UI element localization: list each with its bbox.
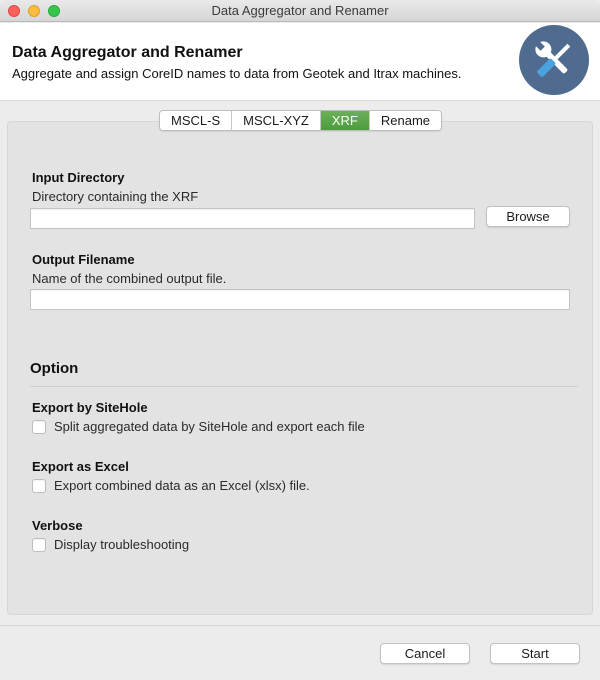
options-section-title: Option [30,360,79,377]
output-filename-description: Name of the combined output file. [32,271,227,286]
header-title: Data Aggregator and Renamer [12,44,243,61]
tab-mscl-s[interactable]: MSCL-S [160,111,233,130]
export-excel-title: Export as Excel [32,459,129,474]
tab-mscl-xyz[interactable]: MSCL-XYZ [232,111,321,130]
export-sitehole-title: Export by SiteHole [32,400,148,415]
input-directory-title: Input Directory [32,170,125,185]
maximize-window-button[interactable] [48,5,60,17]
tools-icon [534,40,571,77]
verbose-checkbox[interactable] [32,538,46,552]
window-title: Data Aggregator and Renamer [211,3,389,18]
minimize-window-button[interactable] [28,5,40,17]
start-button[interactable]: Start [490,643,580,664]
options-divider [30,386,578,387]
export-excel-checkbox[interactable] [32,479,46,493]
input-directory-field[interactable] [30,208,475,229]
export-sitehole-checkbox[interactable] [32,420,46,434]
export-sitehole-label[interactable]: Split aggregated data by SiteHole and ex… [54,419,365,434]
close-window-button[interactable] [8,5,20,17]
input-directory-description: Directory containing the XRF [32,189,199,204]
header-subtitle: Aggregate and assign CoreID names to dat… [12,66,462,81]
title-bar: Data Aggregator and Renamer [0,0,600,22]
verbose-title: Verbose [32,518,83,533]
tab-bar: MSCL-S MSCL-XYZ XRF Rename [159,110,442,131]
output-filename-title: Output Filename [32,252,135,267]
verbose-label[interactable]: Display troubleshooting [54,537,189,552]
output-filename-field[interactable] [30,289,570,310]
app-window: Data Aggregator and Renamer Data Aggrega… [0,0,600,680]
browse-button[interactable]: Browse [486,206,570,227]
app-logo [519,25,589,95]
export-excel-label[interactable]: Export combined data as an Excel (xlsx) … [54,478,310,493]
cancel-button[interactable]: Cancel [380,643,470,664]
footer-divider [0,625,600,626]
tab-xrf[interactable]: XRF [320,111,370,130]
tab-rename[interactable]: Rename [369,111,441,130]
header-banner: Data Aggregator and Renamer Aggregate an… [0,23,600,101]
